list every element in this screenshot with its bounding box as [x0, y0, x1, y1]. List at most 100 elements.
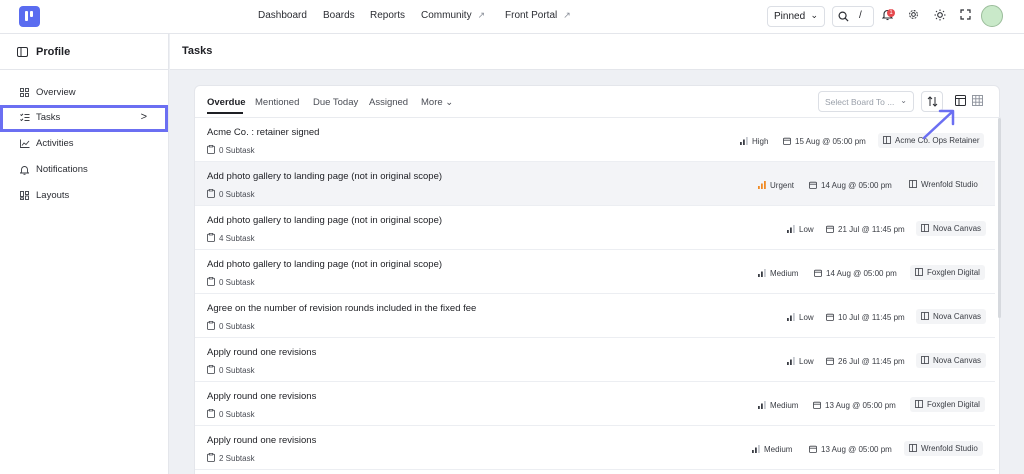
task-title[interactable]: Add photo gallery to landing page (not i…	[207, 259, 442, 270]
checklist-icon	[20, 113, 30, 122]
nav-boards[interactable]: Boards	[323, 10, 355, 21]
due-date: 10 Jul @ 11:45 pm	[826, 313, 905, 322]
board-icon	[909, 444, 917, 452]
priority-text: Low	[799, 313, 814, 322]
nav-community[interactable]: Community ↗	[421, 10, 485, 21]
sidebar-title: Profile	[36, 46, 71, 58]
external-link-icon: ↗	[477, 10, 486, 20]
table-row[interactable]: Apply round one revisions 0 Subtask Medium…	[195, 382, 995, 426]
clipboard-icon	[207, 409, 215, 418]
board-chip[interactable]: Nova Canvas	[916, 221, 987, 236]
table-row[interactable]: Apply round one revisions 0 Subtask Low 26 …	[195, 338, 995, 382]
calendar-icon	[826, 313, 834, 321]
gear-icon[interactable]	[908, 9, 919, 20]
table-row[interactable]: Acme Co. : retainer signed 0 Subtask High 1…	[195, 118, 995, 162]
board-name: Foxglen Digital	[927, 268, 980, 277]
board-chip[interactable]: Nova Canvas	[916, 309, 987, 324]
board-icon	[909, 180, 917, 188]
sun-icon[interactable]	[934, 9, 946, 21]
grid-icon	[20, 88, 29, 97]
active-tab-indicator	[207, 112, 243, 114]
sidebar-item-activities[interactable]: Activities	[0, 132, 169, 156]
board-icon	[921, 356, 929, 364]
table-view-icon[interactable]	[955, 95, 966, 106]
board-chip[interactable]: Nova Canvas	[916, 353, 987, 368]
board-name: Nova Canvas	[933, 224, 982, 233]
sidebar-item-notifications[interactable]: Notifications	[0, 158, 169, 182]
task-title[interactable]: Add photo gallery to landing page (not i…	[207, 171, 442, 182]
task-title[interactable]: Apply round one revisions	[207, 435, 316, 446]
table-row[interactable]: Add photo gallery to landing page (not i…	[195, 250, 995, 294]
tab-due-today[interactable]: Due Today	[313, 97, 358, 108]
due-date-text: 14 Aug @ 05:00 pm	[821, 181, 892, 190]
subtask-count-text: 0 Subtask	[219, 146, 255, 155]
priority-bars-icon	[787, 357, 795, 365]
priority-text: Medium	[764, 445, 793, 454]
board-chip[interactable]: Wrenfold Studio	[904, 177, 983, 192]
clipboard-icon	[207, 365, 215, 374]
subtask-count: 0 Subtask	[207, 189, 255, 199]
chevron-down-icon: ⌄	[900, 96, 907, 105]
pinned-label: Pinned	[774, 11, 806, 22]
scrollbar[interactable]	[998, 118, 1001, 318]
calendar-icon	[826, 225, 834, 233]
subtask-count: 4 Subtask	[207, 233, 255, 243]
clipboard-icon	[207, 277, 215, 286]
priority-text: Low	[799, 357, 814, 366]
sidebar-item-tasks[interactable]: Tasks >	[0, 105, 168, 132]
sidebar-item-label: Layouts	[36, 190, 70, 201]
task-title[interactable]: Agree on the number of revision rounds i…	[207, 303, 476, 314]
priority-text: High	[752, 137, 769, 146]
search-icon[interactable]	[838, 11, 849, 22]
tab-mentioned[interactable]: Mentioned	[255, 97, 299, 108]
app-logo[interactable]	[19, 6, 40, 27]
sidebar-item-label: Activities	[36, 138, 74, 149]
clipboard-icon	[207, 453, 215, 462]
table-row[interactable]: Add photo gallery to landing page (not i…	[195, 162, 995, 206]
task-title[interactable]: Add photo gallery to landing page (not i…	[207, 215, 442, 226]
divider	[0, 69, 169, 70]
priority-label: Medium	[758, 401, 798, 410]
select-board-placeholder: Select Board To ...	[825, 97, 895, 107]
sidebar-item-overview[interactable]: Overview	[0, 81, 169, 105]
tab-more-label: More	[421, 97, 443, 108]
grid-view-icon[interactable]	[972, 95, 983, 106]
task-title[interactable]: Acme Co. : retainer signed	[207, 127, 319, 138]
search-group[interactable]: /	[832, 6, 874, 27]
clipboard-icon	[207, 189, 215, 198]
board-chip[interactable]: Wrenfold Studio	[904, 441, 983, 456]
task-title[interactable]: Apply round one revisions	[207, 391, 316, 402]
priority-bars-icon	[752, 445, 760, 453]
table-row[interactable]: Agree on the number of revision rounds i…	[195, 294, 995, 338]
sidebar-item-label: Notifications	[36, 164, 88, 175]
sidebar: Profile Overview Tasks > Activities Noti…	[0, 34, 169, 474]
tab-overdue[interactable]: Overdue	[207, 97, 246, 108]
table-row[interactable]: Apply round one revisions 2 Subtask Medium…	[195, 426, 995, 470]
subtask-count-text: 0 Subtask	[219, 410, 255, 419]
nav-front-portal[interactable]: Front Portal ↗	[505, 10, 571, 21]
table-row[interactable]: Add photo gallery to landing page (not i…	[195, 206, 995, 250]
due-date: 14 Aug @ 05:00 pm	[809, 181, 892, 190]
sidebar-item-layouts[interactable]: Layouts	[0, 184, 169, 208]
due-date: 14 Aug @ 05:00 pm	[814, 269, 897, 278]
avatar[interactable]	[981, 5, 1003, 27]
subtask-count: 0 Subtask	[207, 365, 255, 375]
fullscreen-icon[interactable]	[960, 9, 971, 20]
priority-bars-icon	[740, 137, 748, 145]
due-date: 13 Aug @ 05:00 pm	[809, 445, 892, 454]
priority-bars-icon	[787, 313, 795, 321]
select-board-dropdown[interactable]: Select Board To ... ⌄	[818, 91, 914, 112]
task-title[interactable]: Apply round one revisions	[207, 347, 316, 358]
subtask-count: 0 Subtask	[207, 409, 255, 419]
pinned-dropdown[interactable]: Pinned ⌄	[767, 6, 825, 27]
board-chip[interactable]: Foxglen Digital	[910, 265, 985, 280]
notification-badge: 1	[887, 9, 895, 17]
external-link-icon: ↗	[563, 10, 571, 20]
nav-reports[interactable]: Reports	[370, 10, 405, 21]
tab-assigned[interactable]: Assigned	[369, 97, 408, 108]
line-chart-icon	[20, 139, 30, 148]
calendar-icon	[814, 269, 822, 277]
nav-dashboard[interactable]: Dashboard	[258, 10, 307, 21]
board-chip[interactable]: Foxglen Digital	[910, 397, 985, 412]
tab-more[interactable]: More ⌄	[421, 97, 453, 108]
